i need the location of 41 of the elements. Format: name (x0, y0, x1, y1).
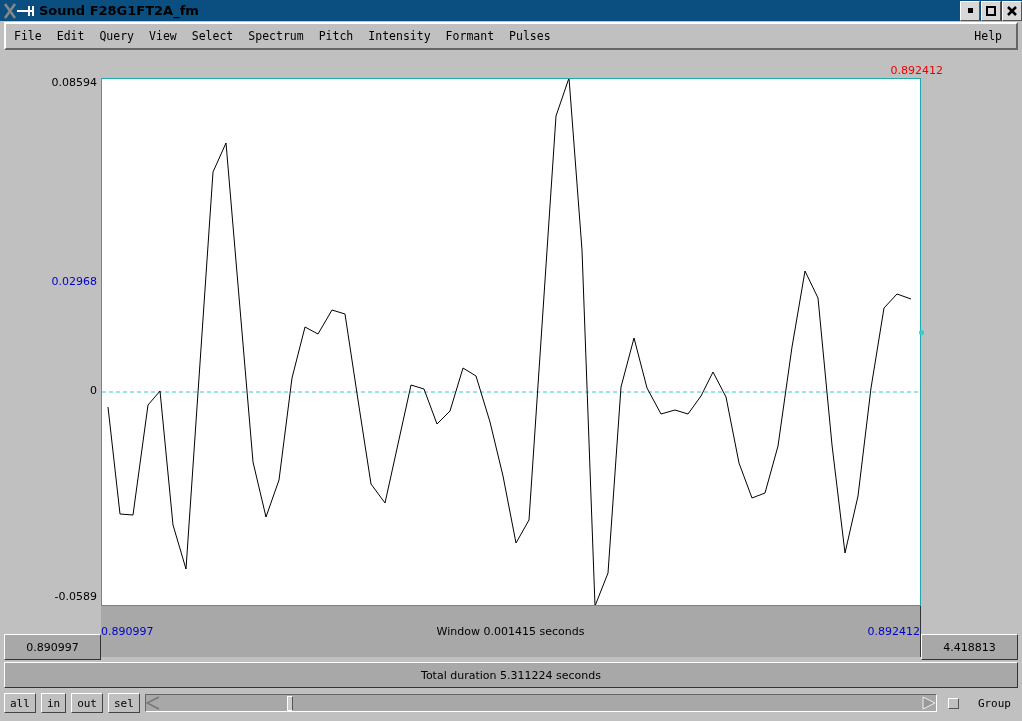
close-button[interactable] (1002, 0, 1022, 21)
zoom-button[interactable]: out (71, 693, 103, 713)
end-time-field: 4.418813 (921, 634, 1018, 660)
menu-item[interactable]: File (14, 29, 42, 43)
window-menu-icon[interactable] (3, 2, 37, 19)
cursor-time-label: 0.892412 (890, 64, 943, 77)
minimize-icon (967, 8, 973, 13)
window-start-label: 0.890997 (101, 625, 154, 638)
window-bar[interactable]: 0.890997 Window 0.001415 seconds 0.892412 (101, 606, 921, 657)
zoom-button[interactable]: sel (108, 693, 140, 713)
axis-label: 0.02968 (51, 275, 97, 288)
zoom-button[interactable]: all (4, 693, 36, 713)
group-checkbox[interactable] (947, 697, 959, 709)
maximize-icon (986, 5, 996, 16)
menu-item[interactable]: Edit (56, 29, 85, 43)
scrollbar[interactable] (144, 694, 937, 712)
total-duration-bar[interactable]: Total duration 5.311224 seconds (4, 662, 1018, 688)
total-duration-label: Total duration 5.311224 seconds (421, 668, 601, 682)
menu-item[interactable]: Query (99, 29, 135, 43)
zoom-button[interactable]: in (40, 693, 67, 713)
minimize-button[interactable] (960, 0, 980, 21)
start-time-field: 0.890997 (4, 634, 101, 660)
close-icon (1007, 5, 1017, 16)
menu-item[interactable]: Formant (445, 29, 495, 43)
menu-item[interactable]: Help (974, 29, 1002, 43)
menu-item[interactable]: Pitch (318, 29, 354, 43)
menu-item[interactable]: Intensity (368, 29, 431, 43)
group-label: Group (977, 696, 1011, 710)
menu-item[interactable]: Spectrum (248, 29, 304, 43)
axis-label: -0.0589 (54, 590, 97, 603)
axis-label: 0 (90, 384, 97, 397)
window-title: Sound F28G1FT2A_fm (39, 3, 199, 18)
window-duration-label: Window 0.001415 seconds (436, 625, 585, 638)
menu-item[interactable]: Pulses (509, 29, 551, 43)
cursor-tick-icon (919, 330, 924, 335)
window-end-label: 0.892412 (867, 625, 920, 638)
menu-item[interactable]: View (149, 29, 177, 43)
menu-item[interactable]: Select (191, 29, 234, 43)
axis-label: 0.08594 (51, 76, 97, 89)
maximize-button[interactable] (981, 0, 1001, 21)
scroll-thumb[interactable] (286, 696, 293, 711)
